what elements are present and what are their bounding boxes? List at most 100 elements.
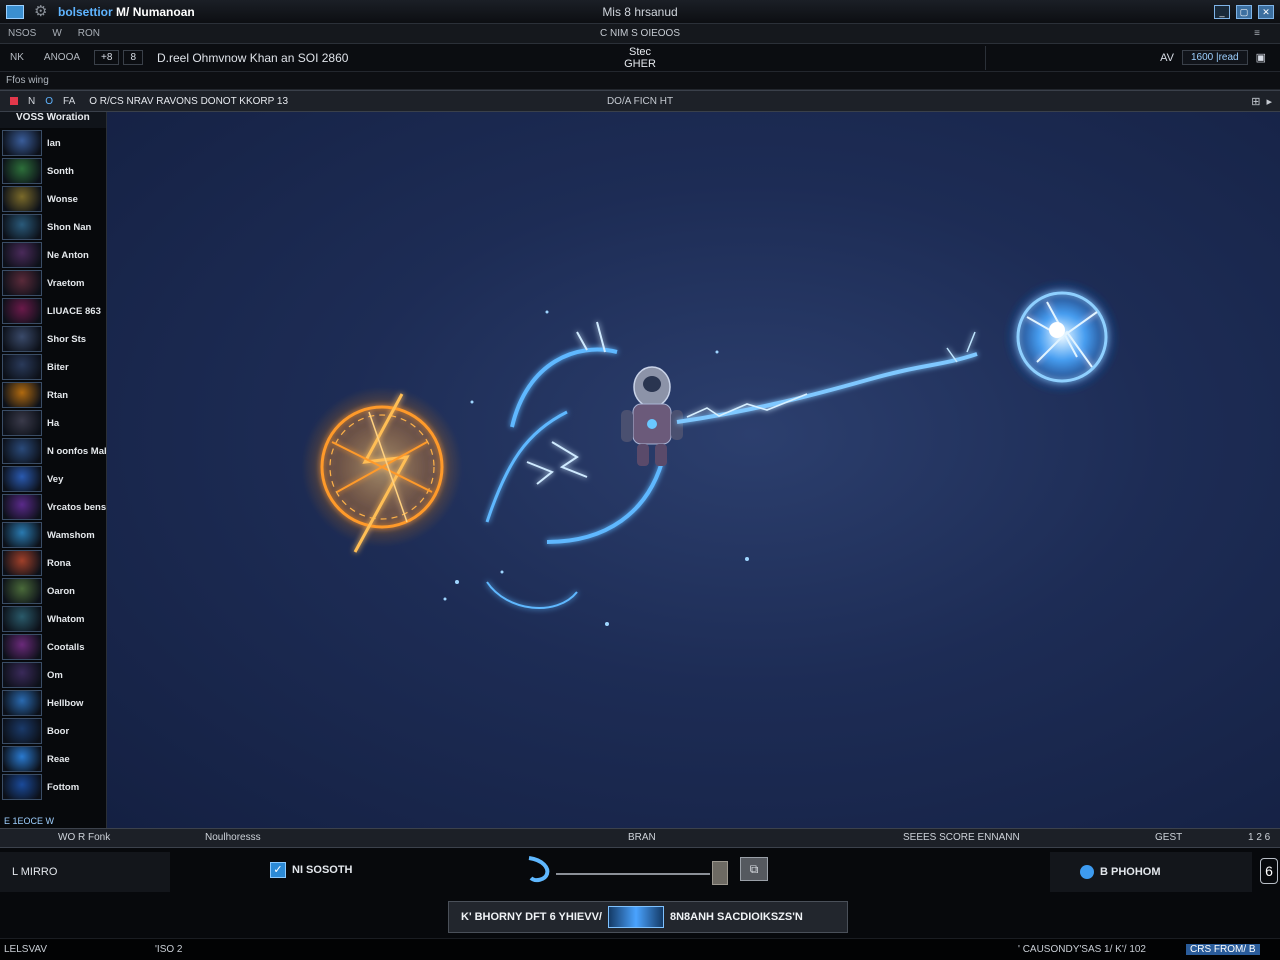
footer-bar: LELSVAV 'ISO 2 ' CAUSONDY'SAS 1/ K'/ 102… (0, 938, 1280, 960)
checkbox-icon[interactable]: ✓ (270, 862, 286, 878)
expand-icon[interactable]: ▸ (1266, 95, 1272, 108)
toolbar-item[interactable]: NK (0, 52, 34, 63)
sidebar-item[interactable]: Cootalls (2, 634, 105, 660)
sidebar-item-label: Whatom (47, 613, 85, 625)
character-thumbnail (2, 466, 42, 492)
mirror-field[interactable]: L MIRRO (0, 852, 170, 892)
toolbar-box[interactable]: +8 (94, 50, 120, 65)
menu-item[interactable]: RON (70, 28, 108, 39)
sidebar-item[interactable]: Ne Anton (2, 242, 105, 268)
timeline-header: WO R Fonk Noulhoresss BRAN SEEES SCORE E… (0, 828, 1280, 848)
sidebar-item-label: Rtan (47, 389, 69, 401)
toolbar-box[interactable]: 8 (123, 50, 143, 65)
sidebar-item[interactable]: Boor (2, 718, 105, 744)
play-icon[interactable] (525, 854, 551, 886)
divider (985, 45, 986, 70)
particles (443, 310, 749, 626)
sidebar-item[interactable]: Om (2, 662, 105, 688)
sidebar-item-label: Shon Nan (47, 221, 92, 233)
toolbar-item[interactable]: ANOOA (34, 52, 90, 63)
character-thumbnail (2, 606, 42, 632)
sidebar-item[interactable]: Rona (2, 550, 105, 576)
snapshot-button[interactable]: ⧉ (740, 857, 768, 881)
smooth-toggle[interactable]: ✓ NI SOSOTH (270, 862, 353, 878)
scene (302, 279, 1120, 626)
sidebar-item[interactable]: Sonth (2, 158, 105, 184)
sidebar-item[interactable]: Ha (2, 410, 105, 436)
sidebar-item-label: LIUACE 863 (47, 305, 101, 317)
viewport-tool[interactable]: O (45, 96, 53, 107)
sidebar-item[interactable]: Rtan (2, 382, 105, 408)
viewport-tool[interactable]: FA (63, 96, 75, 107)
sidebar-item[interactable]: Whatom (2, 606, 105, 632)
footer-left: LELSVAV (4, 944, 47, 955)
close-button[interactable]: ✕ (1258, 4, 1274, 19)
sidebar-item[interactable]: Wamshom (2, 522, 105, 548)
timeline-label: BRAN (628, 832, 656, 843)
character-thumbnail (2, 326, 42, 352)
game-viewport[interactable] (107, 112, 1280, 828)
settings-icon[interactable]: ⚙ (34, 3, 52, 21)
sidebar-item[interactable]: Wonse (2, 186, 105, 212)
sidebar-item[interactable]: Shor Sts (2, 326, 105, 352)
character-thumbnail (2, 494, 42, 520)
sidebar-item[interactable]: Reae (2, 746, 105, 772)
panel-toggle-icon[interactable]: ▣ (1256, 51, 1266, 64)
sidebar-item-label: Vey (47, 473, 64, 485)
grid-icon[interactable]: ⊞ (1251, 95, 1260, 108)
phone-field[interactable]: B PHOHOM (1050, 852, 1252, 892)
character-thumbnail (2, 662, 42, 688)
player-character (621, 366, 683, 466)
scrub-slider-track[interactable] (556, 873, 710, 875)
app-title: bolsettior M/ Numanoan (58, 4, 195, 19)
scrub-slider-handle[interactable] (712, 861, 728, 885)
asset-sidebar: VOSS Woration lan Sonth Wonse Shon Nan Ne An… (0, 112, 107, 828)
character-thumbnail (2, 578, 42, 604)
timeline-label: SEEES SCORE ENNANN (903, 832, 1020, 843)
sidebar-item[interactable]: Biter (2, 354, 105, 380)
sidebar-item-label: Vrcatos benson (47, 501, 107, 513)
character-thumbnail (2, 634, 42, 660)
sidebar-item[interactable]: LIUACE 863 (2, 298, 105, 324)
sub-bar: Ffos wing (0, 72, 1280, 90)
sidebar-item[interactable]: Oaron (2, 578, 105, 604)
lightning-swirl (485, 321, 664, 609)
end-button[interactable]: 6 (1260, 858, 1278, 884)
mode-label: Stec GHER (624, 45, 656, 70)
character-thumbnail (2, 214, 42, 240)
record-icon[interactable] (10, 97, 18, 105)
menu-icon[interactable]: ≡ (1246, 28, 1268, 39)
minimize-button[interactable]: _ (1214, 4, 1230, 19)
sidebar-item[interactable]: Hellbow (2, 690, 105, 716)
character-thumbnail (2, 438, 42, 464)
character-thumbnail (2, 242, 42, 268)
sidebar-item[interactable]: Fottom (2, 774, 105, 800)
sidebar-item-label: Wamshom (47, 529, 95, 541)
viewport-options[interactable]: O R/CS NRAV RAVONS DONOT KKORP 13 (89, 96, 288, 107)
sidebar-item[interactable]: Vrcatos benson (2, 494, 107, 520)
checkbox-label: NI SOSOTH (292, 864, 353, 876)
character-thumbnail (2, 186, 42, 212)
title-bar: ⚙ bolsettior M/ Numanoan Mis 8 hrsanud _… (0, 0, 1280, 24)
menu-item[interactable]: NSOS (0, 28, 44, 39)
character-thumbnail (2, 718, 42, 744)
footer-tag[interactable]: CRS FROM/ B (1186, 944, 1260, 955)
sidebar-item[interactable]: N oonfos Mahed (2, 438, 106, 464)
sidebar-item[interactable]: Vey (2, 466, 105, 492)
character-thumbnail (2, 410, 42, 436)
character-thumbnail (2, 550, 42, 576)
character-thumbnail (2, 354, 42, 380)
viewport-tool[interactable]: N (28, 96, 35, 107)
footer-right: ' CAUSONDY'SAS 1/ K'/ 102 (1018, 944, 1146, 955)
sidebar-item[interactable]: lan (2, 130, 105, 156)
sidebar-header: VOSS Woration (0, 112, 106, 128)
sidebar-item-label: Om (47, 669, 63, 681)
sidebar-item[interactable]: Vraetom (2, 270, 105, 296)
resolution-input[interactable]: 1600 |read (1181, 50, 1248, 65)
maximize-button[interactable]: ▢ (1236, 4, 1252, 19)
sidebar-item[interactable]: Shon Nan (2, 214, 105, 240)
menu-item[interactable]: W (44, 28, 69, 39)
status-panel: K' BHORNY DFT 6 YHIEVV/ 8N8ANH SACDIOIKS… (0, 896, 1280, 938)
viewport-toolbar: N O FA O R/CS NRAV RAVONS DONOT KKORP 13… (0, 90, 1280, 112)
timeline-label: WO R Fonk (58, 832, 111, 843)
